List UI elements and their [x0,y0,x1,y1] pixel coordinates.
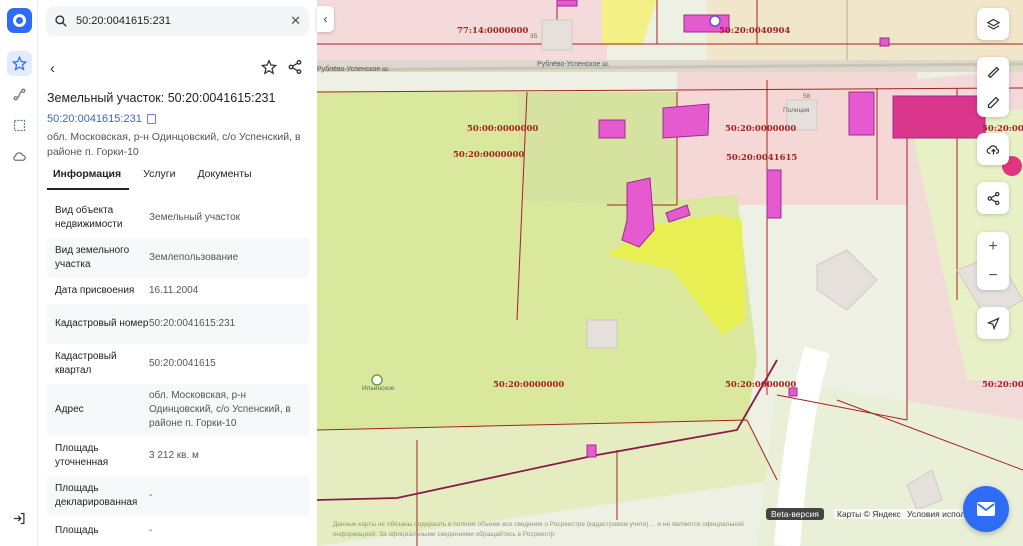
logout-button[interactable] [7,506,32,531]
draw-tools [977,57,1009,117]
property-value: 50:20:0041615:231 [149,318,236,329]
map-label: 50:00:0000000 [467,124,539,134]
edit-icon[interactable] [986,95,1001,110]
panel-toolbar: ‹ [46,58,309,82]
map-label: 77:14:0000000 [457,26,529,36]
share-icon [987,191,999,205]
search-bar: ✕ [46,6,309,36]
geolocation-button[interactable] [977,307,1009,339]
parcel-address: обл. Московская, р-н Одинцовский, с/о Ус… [47,131,301,158]
property-row: Кадастровый номер 50:20:0041615:231 [47,304,309,344]
cloud-nav-button[interactable] [7,144,32,169]
map-label: 50:20:0000000 [453,150,525,160]
property-key: Площадь декларированная [55,483,138,508]
ruler-icon[interactable] [986,65,1001,80]
road-label: Рублёво-Успенское ш. [317,66,390,73]
property-key: Вид земельного участка [55,245,130,270]
property-key: Дата присвоения [55,285,135,296]
property-row: Площадь декларированная - [47,476,309,516]
property-row: Кадастровый квартал 50:20:0041615 [47,344,309,384]
envelope-icon [977,502,995,516]
search-icon [46,14,76,28]
routes-nav-button[interactable] [7,82,32,107]
copy-icon[interactable] [146,114,156,124]
app-logo[interactable] [7,8,32,33]
property-value: Землепользование [149,252,239,263]
map-disclaimer: Данные карты не обязаны содержать в полн… [333,521,744,538]
property-value: 3 212 кв. м [149,450,199,461]
chat-button[interactable] [963,486,1009,532]
map-label: 50:20:0040904 [719,26,791,36]
zoom-in-icon[interactable]: + [988,238,997,254]
beta-badge: Beta-версия [766,508,824,520]
info-panel: ✕ ‹ Земельный участок: 50:20:0041615:231… [38,0,317,546]
poi-label: Полиция [783,107,810,114]
property-key: Площадь [55,525,99,536]
property-value: обл. Московская, р-н Одинцовский, с/о Ус… [149,390,291,429]
property-value: 16.11.2004 [149,285,199,296]
property-value: 50:20:0041615 [149,358,216,369]
tab-services[interactable]: Услуги [135,166,183,190]
left-rail [0,0,38,546]
cadastral-number-text[interactable]: 50:20:0041615:231 [47,113,142,125]
map-label: 50:20:0000000 [725,124,797,134]
layers-icon [986,18,1000,30]
property-value: - [149,525,153,536]
map-label: 50:20:0000000 [493,380,565,390]
property-key: Площадь уточненная [55,443,109,468]
route-icon [13,88,26,101]
map-label: 50:20:0000000 [725,380,797,390]
property-row: Площадь уточненная 3 212 кв. м [47,436,309,476]
property-row: Вид объекта недвижимости Земельный участ… [47,198,309,238]
road-label: Рублёво-Успенское ш. [537,61,610,68]
selection-frame-icon [13,119,26,132]
cadastral-map[interactable]: 77:14:0000000 50:20:0040904 50:00:000000… [317,0,1023,546]
cloud-icon [13,152,26,161]
cloud-upload-icon [986,144,999,154]
tab-documents[interactable]: Документы [189,166,259,190]
area-select-nav-button[interactable] [7,113,32,138]
property-key: Кадастровый номер [55,318,149,329]
map-label: 50:20:0041615 [726,153,798,163]
navigation-arrow-icon [986,316,1000,330]
cadastral-number-link[interactable]: 50:20:0041615:231 [47,113,156,125]
map-copyright[interactable]: Карты © Яндекс [834,509,904,519]
parcel-title: Земельный участок: 50:20:0041615:231 [47,91,276,105]
clear-search-icon[interactable]: ✕ [290,13,301,29]
zoom-out-icon[interactable]: − [988,267,997,283]
property-row: Вид земельного участка Землепользование [47,238,309,278]
properties-table: Вид объекта недвижимости Земельный участ… [47,198,309,546]
property-key: Адрес [55,404,84,415]
favorites-nav-button[interactable] [7,51,32,76]
upload-button[interactable] [977,133,1009,165]
map-label: 50:20:0000000 [982,380,1023,390]
property-row: Дата присвоения 16.11.2004 [47,278,309,304]
layers-button[interactable] [977,8,1009,40]
terms-link[interactable]: Условия испол [904,509,969,519]
property-value: - [149,490,153,501]
back-icon[interactable]: ‹ [50,60,55,77]
favorite-star-icon[interactable] [260,59,278,80]
property-key: Кадастровый квартал [55,351,117,376]
collapse-panel-button[interactable]: ‹ [317,6,334,32]
tab-bar: Информация Услуги Документы [47,166,260,190]
poi-label: Ильинское [362,385,395,392]
poi-label: 58 [803,93,811,100]
property-key: Вид объекта недвижимости [55,205,123,230]
property-value: Земельный участок [149,212,241,223]
map-share-button[interactable] [977,182,1009,214]
zoom-control: + − [977,232,1009,290]
share-icon[interactable] [287,59,303,80]
tab-information[interactable]: Информация [47,166,130,190]
property-row: Адрес обл. Московская, р-н Одинцовский, … [47,384,309,436]
property-row: Площадь - [47,516,309,546]
poi-label: 35 [530,33,538,40]
search-input[interactable] [76,15,276,27]
star-icon [12,56,27,71]
map-canvas[interactable] [317,0,1023,546]
logout-icon [13,512,25,525]
